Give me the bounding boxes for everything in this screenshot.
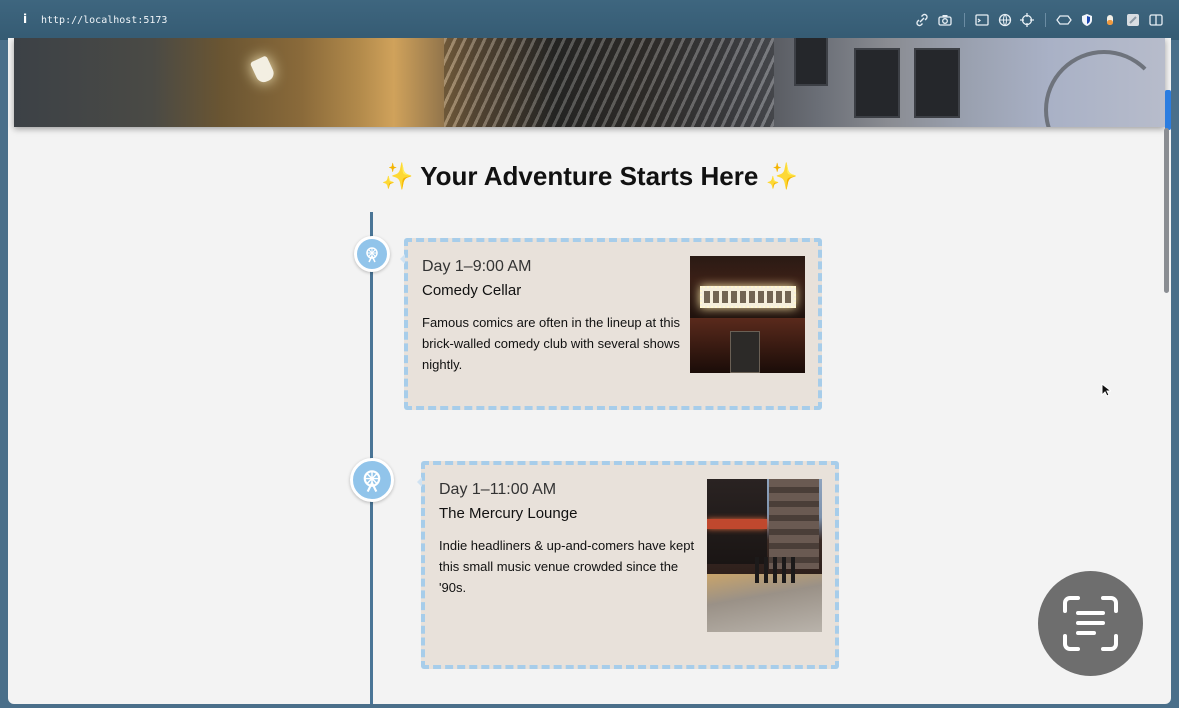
scrollbar[interactable] (1164, 128, 1169, 293)
crosshair-icon[interactable] (1020, 13, 1034, 27)
timeline-node (354, 236, 390, 272)
card-time: Day 1–9:00 AM (422, 258, 532, 275)
comedy-cellar-photo (690, 256, 805, 373)
address-bar[interactable]: http://localhost:5173 (41, 15, 167, 26)
text-scan-button[interactable] (1038, 571, 1143, 676)
puzzle-icon[interactable] (1126, 13, 1140, 27)
browser-toolbar: i http://localhost:5173 (0, 0, 1179, 40)
info-icon[interactable]: i (18, 12, 32, 28)
ferris-wheel-icon (366, 247, 378, 263)
link-icon[interactable] (915, 13, 929, 27)
page-viewport: ✨ Your Adventure Starts Here ✨ Day 1–9:0… (8, 38, 1171, 704)
fox-icon[interactable] (1103, 13, 1117, 27)
shield-icon[interactable] (1080, 13, 1094, 27)
camera-icon[interactable] (938, 13, 952, 27)
ferris-wheel-icon (363, 470, 381, 493)
globe-icon[interactable] (998, 13, 1012, 27)
timeline-node (350, 458, 394, 502)
timeline-card[interactable]: Day 1–11:00 AM The Mercury Lounge Indie … (417, 461, 839, 669)
mercury-lounge-photo (707, 479, 822, 632)
sparkle-icon: ✨ (381, 161, 414, 191)
card-title: Comedy Cellar (422, 282, 522, 299)
card-description: Indie headliners & up-and-comers have ke… (439, 538, 695, 595)
page-title-text: Your Adventure Starts Here (420, 161, 759, 191)
card-time: Day 1–11:00 AM (439, 481, 557, 498)
text-scan-icon (1063, 596, 1118, 651)
page-title: ✨ Your Adventure Starts Here ✨ (8, 161, 1171, 192)
card-description: Famous comics are often in the lineup at… (422, 315, 680, 372)
mouse-cursor-icon (1101, 383, 1111, 397)
sidebar-icon[interactable] (1149, 13, 1163, 27)
card-title: The Mercury Lounge (439, 505, 578, 522)
scroll-indicator (1165, 90, 1171, 130)
terminal-icon[interactable] (975, 13, 989, 27)
extension-icon[interactable] (1056, 13, 1072, 27)
timeline-card[interactable]: Day 1–9:00 AM Comedy Cellar Famous comic… (400, 238, 822, 410)
sparkle-icon: ✨ (765, 161, 798, 191)
hero-image (14, 38, 1165, 127)
